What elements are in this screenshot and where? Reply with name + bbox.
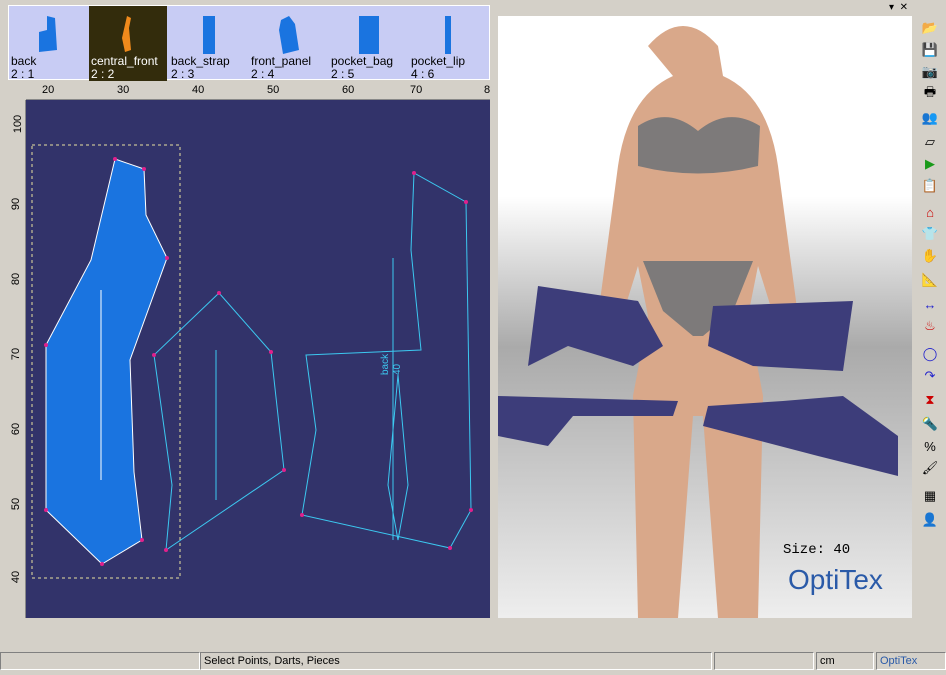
open-model-icon[interactable]: 📂 [919, 18, 941, 38]
piece-thumbnail-strip: back 2 : 1 central_front 2 : 2 back_strap 2… [8, 5, 490, 81]
zoom-icon[interactable]: ◯ [919, 344, 941, 364]
status-units: cm [816, 652, 874, 670]
ruler-tick: 60 [10, 422, 23, 436]
piece-shape-icon [445, 16, 451, 54]
piece-name: pocket_lip [411, 54, 466, 68]
ruler-tick: 50 [267, 84, 280, 96]
piece-name: front_panel [251, 54, 312, 68]
texture-icon[interactable]: ▦ [919, 486, 941, 506]
measure-icon[interactable]: 📐 [919, 270, 941, 290]
status-message: Select Points, Darts, Pieces [200, 652, 712, 670]
ruler-tick: 80 [10, 272, 23, 286]
sewing-icon[interactable]: ⌂ [919, 202, 941, 222]
ruler-tick: 70 [10, 347, 23, 361]
3d-toolbar: 📂 💾 📷 🖶 👥 ▱ ▶ 📋 ⌂ 👕 ✋ 📐 ↔ ♨ ◯ ↷ ⧗ 🔦 % 🖌 … [916, 4, 946, 534]
piece-count: 4 : 6 [411, 67, 435, 81]
status-bar: Select Points, Darts, Pieces cm OptiTex [0, 652, 946, 670]
eraser-icon[interactable]: ▱ [919, 132, 941, 152]
piece-shape-icon [203, 16, 215, 54]
ruler-tick: 40 [192, 84, 205, 96]
hand-icon[interactable]: ✋ [919, 246, 941, 266]
3d-view-titlebar: ▾ ✕ [494, 2, 912, 16]
status-logo: OptiTex [876, 652, 946, 670]
ruler-tick: 20 [42, 84, 55, 96]
avatars-icon[interactable]: 👥 [919, 108, 941, 128]
ruler-tick: 90 [10, 197, 23, 211]
size-label: Size: 40 [783, 542, 851, 558]
piece-label-size: 40 [392, 363, 403, 375]
close-icon[interactable]: ✕ [900, 2, 908, 13]
status-pane-empty [714, 652, 814, 670]
avatar-figure [498, 26, 898, 618]
piece-count: 2 : 3 [171, 67, 195, 81]
ruler-tick: 60 [342, 84, 355, 96]
piece-name: back_strap [171, 54, 230, 68]
ruler-vertical: 100 90 80 70 60 50 40 [8, 100, 26, 618]
piece-name: back [11, 54, 37, 68]
piece-count: 2 : 1 [11, 67, 35, 81]
status-pane-empty [0, 652, 200, 670]
percent-icon[interactable]: % [919, 436, 941, 456]
piece-thumb-back-strap[interactable]: back_strap 2 : 3 [169, 6, 247, 81]
piece-shape-icon [122, 16, 131, 52]
pattern-canvas[interactable]: back 40 [26, 100, 490, 618]
camera-icon[interactable]: 📷 [919, 62, 941, 82]
play-icon[interactable]: ▶ [919, 154, 941, 174]
minimize-icon[interactable]: ▾ [889, 2, 894, 13]
piece-name: pocket_bag [331, 54, 394, 68]
ruler-tick: 50 [10, 497, 23, 511]
ruler-tick: 8 [484, 84, 491, 96]
ruler-tick: 40 [10, 570, 23, 584]
piece-shape-icon [359, 16, 379, 54]
piece-count: 2 : 4 [251, 67, 275, 81]
piece-label-back: back [380, 353, 391, 375]
print-icon[interactable]: 🖶 [919, 84, 941, 104]
ruler-tick: 100 [12, 114, 25, 134]
piece-shape-icon [39, 16, 57, 52]
light-icon[interactable]: 🔦 [919, 414, 941, 434]
garment-icon[interactable]: 👕 [919, 224, 941, 244]
piece-count: 2 : 5 [331, 67, 355, 81]
save-model-icon[interactable]: 💾 [919, 40, 941, 60]
fabric-icon[interactable]: ♨ [919, 316, 941, 336]
pattern-pieces: back 40 [31, 144, 473, 579]
ruler-tick: 70 [410, 84, 423, 96]
piece-thumb-back[interactable]: back 2 : 1 [9, 6, 87, 81]
optitex-logo: OptiTex [788, 564, 883, 595]
avatar-panel-icon[interactable]: 👤 [919, 510, 941, 530]
piece-shape-icon [279, 16, 299, 54]
stretch-icon[interactable]: ↔ [919, 294, 941, 314]
piece-thumb-central-front[interactable]: central_front 2 : 2 [89, 6, 167, 81]
piece-thumb-front-panel[interactable]: front_panel 2 : 4 [249, 6, 327, 81]
ruler-horizontal: 20 30 40 50 60 70 8 [26, 82, 490, 100]
piece-name: central_front [91, 54, 158, 68]
rotate-icon[interactable]: ↷ [919, 366, 941, 386]
piece-count: 2 : 2 [91, 67, 115, 81]
piece-central-front [45, 158, 168, 565]
3d-avatar-view[interactable]: Size: 40 OptiTex [498, 16, 912, 618]
piece-thumb-pocket-lip[interactable]: pocket_lip 4 : 6 [409, 6, 487, 81]
paint-icon[interactable]: 🖌 [919, 458, 941, 478]
ruler-tick: 30 [117, 84, 130, 96]
piece-thumb-pocket-bag[interactable]: pocket_bag 2 : 5 [329, 6, 407, 81]
properties-icon[interactable]: 📋 [919, 176, 941, 196]
hourglass-icon[interactable]: ⧗ [919, 390, 941, 410]
piece-back-strap [153, 292, 285, 552]
